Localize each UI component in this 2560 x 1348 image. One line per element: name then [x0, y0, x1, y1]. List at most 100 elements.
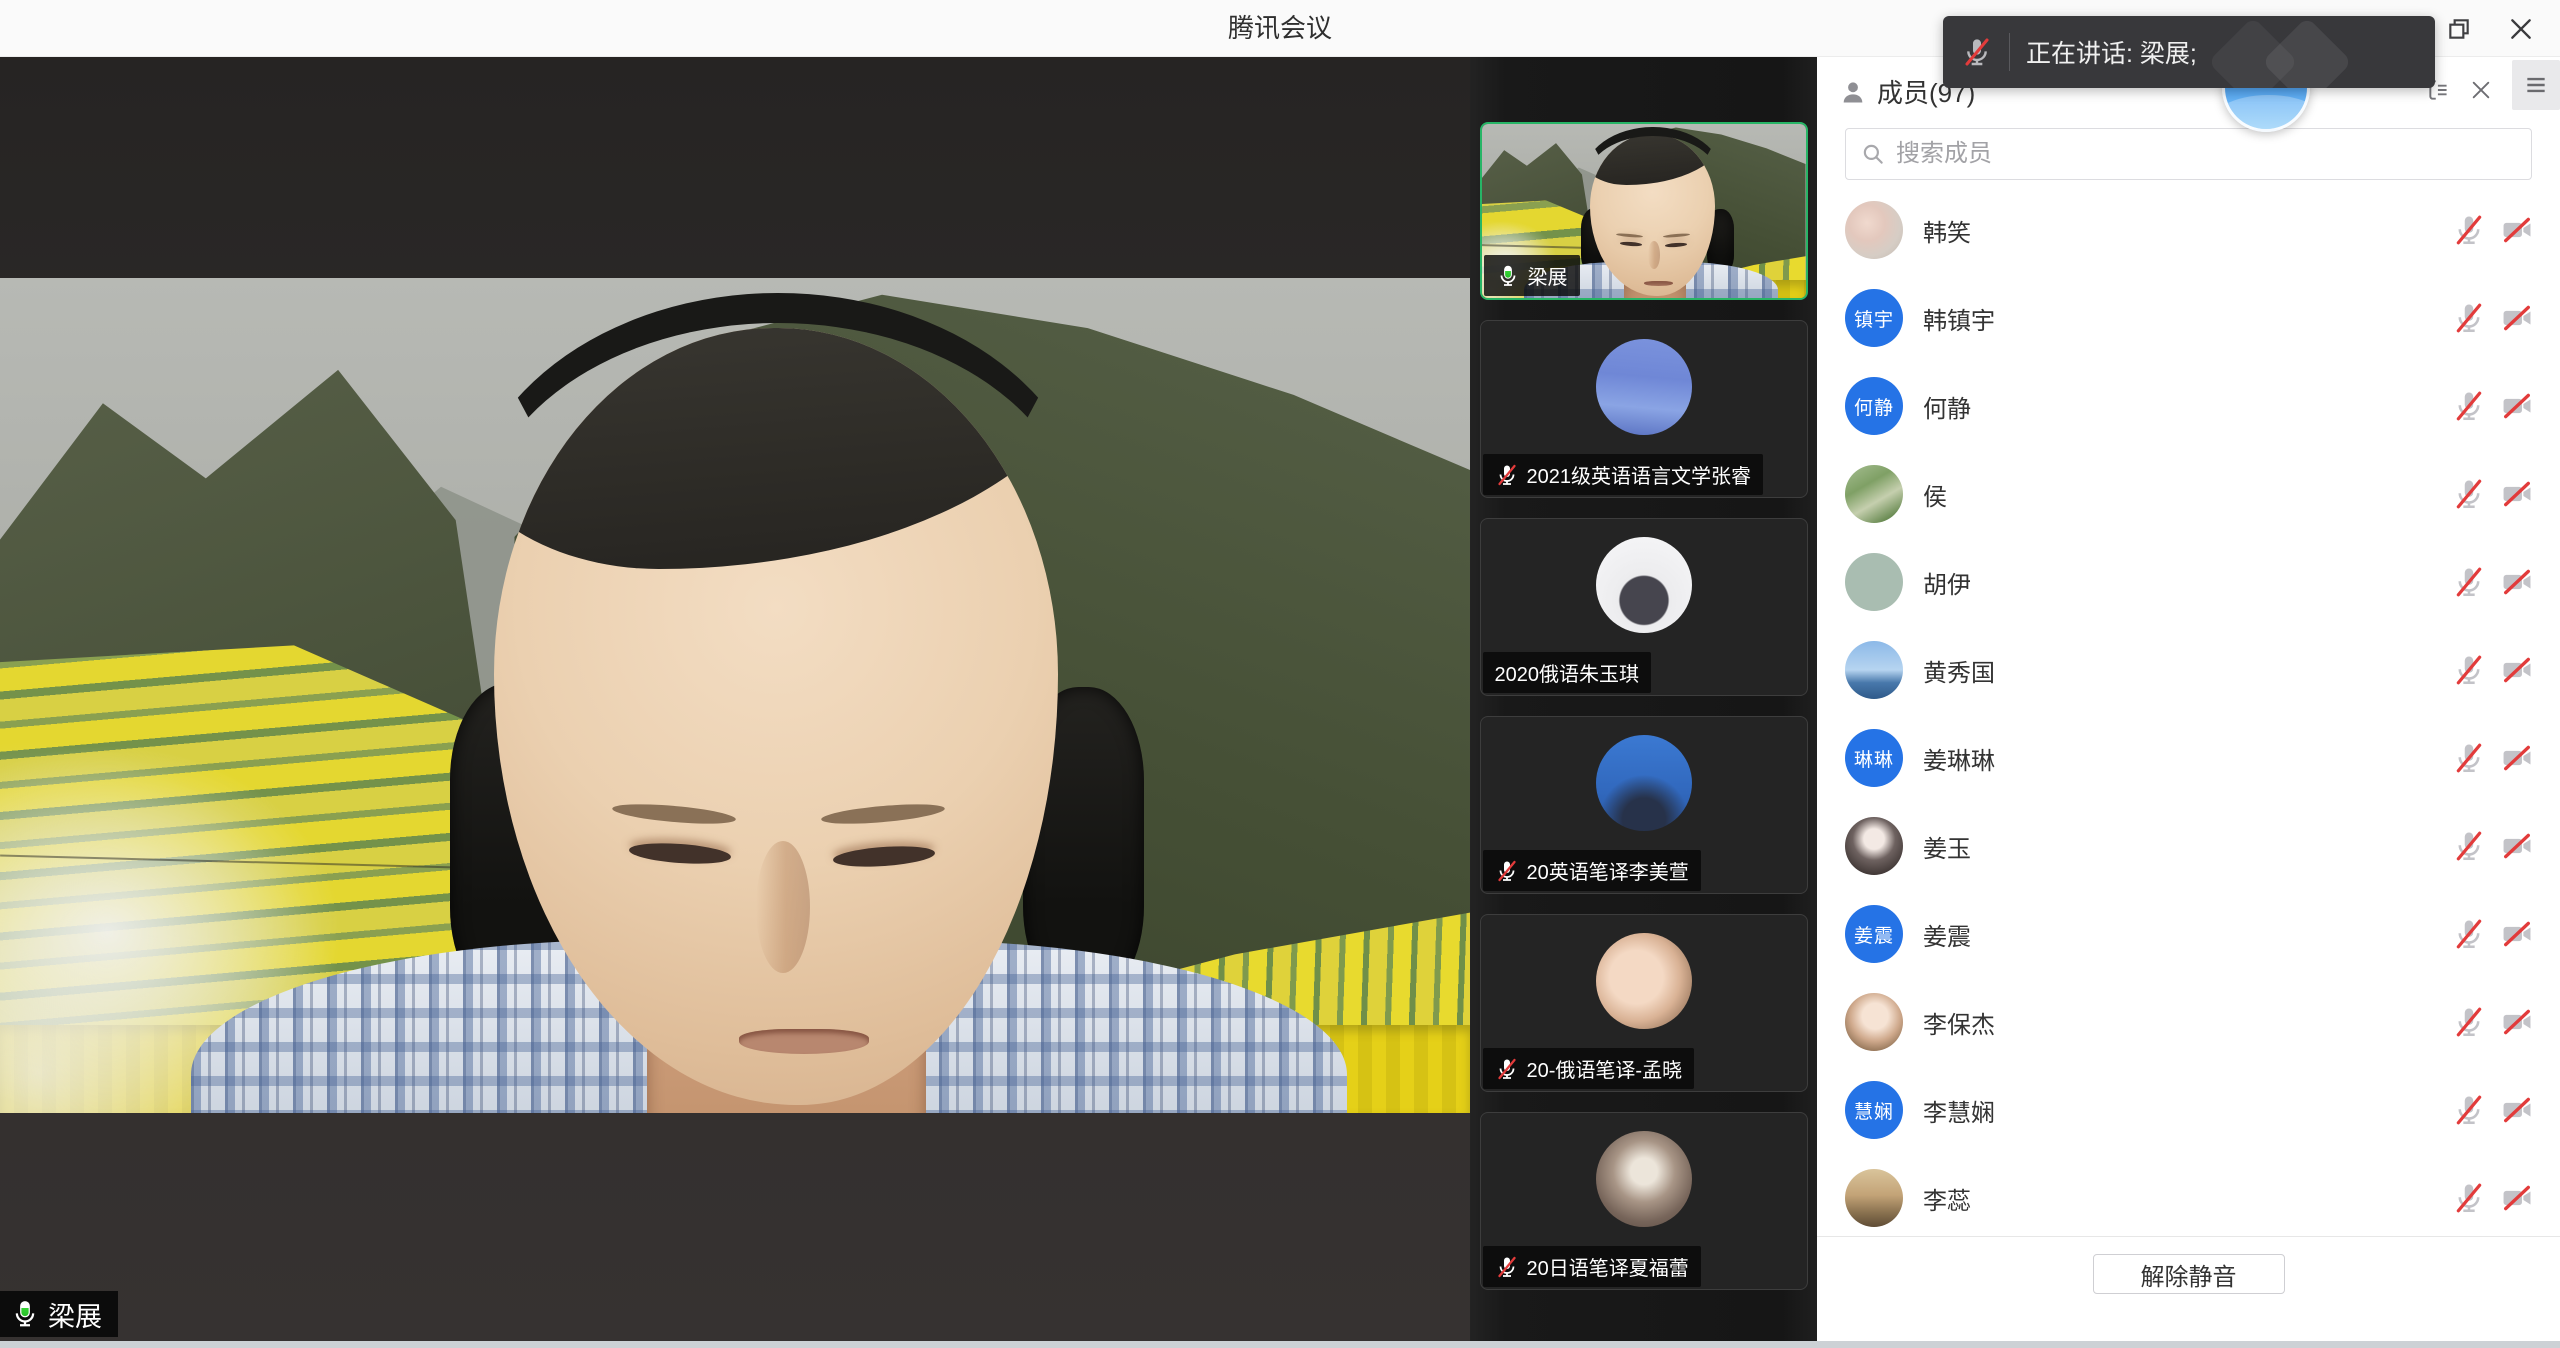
- avatar: 琳琳: [1845, 729, 1903, 787]
- member-name: 韩镇宇: [1923, 301, 2452, 336]
- mic-muted-icon[interactable]: [2452, 1005, 2486, 1039]
- camera-off-icon[interactable]: [2500, 301, 2534, 335]
- mic-muted-icon[interactable]: [2452, 301, 2486, 335]
- mic-on-icon: [1496, 264, 1520, 288]
- mouth: [1644, 281, 1673, 286]
- avatar: [1845, 817, 1903, 875]
- participant-tile[interactable]: 20日语笔译夏福蕾: [1480, 1112, 1808, 1290]
- member-name: 李慧娴: [1923, 1093, 2452, 1128]
- camera-off-icon[interactable]: [2500, 653, 2534, 687]
- member-name: 胡伊: [1923, 565, 2452, 600]
- camera-off-icon[interactable]: [2500, 917, 2534, 951]
- close-icon: [2508, 16, 2534, 42]
- mic-muted-icon[interactable]: [2452, 917, 2486, 951]
- mic-muted-icon[interactable]: [2452, 389, 2486, 423]
- close-window-button[interactable]: [2506, 14, 2536, 44]
- participant-name: 梁展: [1528, 261, 1568, 290]
- participant-avatar: [1596, 735, 1692, 831]
- mic-muted-icon[interactable]: [2452, 477, 2486, 511]
- camera-off-icon[interactable]: [2500, 565, 2534, 599]
- headphone-band: [1583, 127, 1722, 228]
- avatar: 镇宇: [1845, 289, 1903, 347]
- eyebrow-left: [612, 800, 737, 827]
- close-panel-icon: [2470, 79, 2492, 101]
- member-row[interactable]: 黄秀国: [1817, 626, 2560, 714]
- headphone-band: [462, 293, 1094, 777]
- main-video-stage[interactable]: 梁展: [0, 57, 1470, 1341]
- active-speaker-tag: 梁展: [0, 1291, 118, 1337]
- member-row[interactable]: 韩笑: [1817, 186, 2560, 274]
- participant-filmstrip[interactable]: 梁展 2021级英语语言文学张睿 2020俄语朱玉琪 20英语笔译李美萱 20-俄…: [1470, 57, 1817, 1341]
- member-row[interactable]: 胡伊: [1817, 538, 2560, 626]
- participant-tile-label: 20英语笔译李美萱: [1483, 850, 1701, 891]
- panel-menu-button[interactable]: [2512, 60, 2560, 110]
- participant-name: 2020俄语朱玉琪: [1495, 658, 1640, 687]
- mic-muted-icon[interactable]: [2452, 213, 2486, 247]
- members-panel: 成员(97) 韩笑: [1817, 57, 2560, 1341]
- close-panel-button[interactable]: [2464, 73, 2498, 107]
- member-row[interactable]: 镇宇 韩镇宇: [1817, 274, 2560, 362]
- search-input[interactable]: [1896, 140, 2517, 168]
- restore-window-button[interactable]: [2444, 14, 2474, 44]
- speaker-name: 梁展: [48, 1295, 102, 1334]
- avatar: [1845, 993, 1903, 1051]
- eyebrow-right: [821, 800, 946, 827]
- eye-left: [629, 841, 732, 867]
- mic-muted-icon: [1495, 1057, 1519, 1081]
- member-row[interactable]: 何静 何静: [1817, 362, 2560, 450]
- member-list[interactable]: 韩笑 镇宇 韩镇宇 何静 何静: [1817, 186, 2560, 1243]
- participant-name: 2021级英语语言文学张睿: [1527, 460, 1752, 489]
- participant-tile-label: 20-俄语笔译-孟晓: [1483, 1048, 1695, 1089]
- member-row[interactable]: 李保杰: [1817, 978, 2560, 1066]
- participant-name: 20英语笔译李美萱: [1527, 856, 1689, 885]
- mic-muted-icon: [1495, 859, 1519, 883]
- avatar: [1845, 465, 1903, 523]
- member-row[interactable]: 姜震 姜震: [1817, 890, 2560, 978]
- nose: [1648, 241, 1660, 269]
- camera-off-icon[interactable]: [2500, 1093, 2534, 1127]
- camera-off-icon[interactable]: [2500, 1181, 2534, 1215]
- participant-tile[interactable]: 梁展: [1480, 122, 1808, 300]
- camera-off-icon[interactable]: [2500, 1005, 2534, 1039]
- camera-off-icon[interactable]: [2500, 829, 2534, 863]
- participant-name: 20-俄语笔译-孟晓: [1527, 1054, 1683, 1083]
- member-row[interactable]: 李蕊: [1817, 1154, 2560, 1242]
- member-row[interactable]: 琳琳 姜琳琳: [1817, 714, 2560, 802]
- eye-left: [1620, 241, 1643, 246]
- mic-muted-icon[interactable]: [2452, 1093, 2486, 1127]
- unmute-button[interactable]: 解除静音: [2093, 1254, 2285, 1294]
- mic-muted-icon[interactable]: [2452, 741, 2486, 775]
- member-row[interactable]: 姜玉: [1817, 802, 2560, 890]
- mic-muted-icon[interactable]: [2452, 829, 2486, 863]
- mic-muted-icon[interactable]: [2452, 1181, 2486, 1215]
- members-panel-footer: 解除静音: [1817, 1236, 2560, 1341]
- camera-off-icon[interactable]: [2500, 477, 2534, 511]
- video-frame: [0, 278, 1470, 1113]
- camera-off-icon[interactable]: [2500, 213, 2534, 247]
- mic-on-icon: [10, 1299, 40, 1329]
- mic-muted-icon[interactable]: [2452, 653, 2486, 687]
- participant-tile[interactable]: 2020俄语朱玉琪: [1480, 518, 1808, 696]
- divider: [2009, 33, 2010, 71]
- member-row[interactable]: 慧娴 李慧娴: [1817, 1066, 2560, 1154]
- member-search-box[interactable]: [1845, 128, 2532, 180]
- participant-tile[interactable]: 2021级英语语言文学张睿: [1480, 320, 1808, 498]
- participant-avatar: [1596, 933, 1692, 1029]
- camera-off-icon[interactable]: [2500, 389, 2534, 423]
- participant-tile-label: 2021级英语语言文学张睿: [1483, 454, 1764, 495]
- avatar: [1845, 641, 1903, 699]
- mic-muted-icon: [1961, 36, 1993, 68]
- avatar: 何静: [1845, 377, 1903, 435]
- participant-tile-label: 梁展: [1484, 255, 1580, 296]
- participant-tile[interactable]: 20-俄语笔译-孟晓: [1480, 914, 1808, 1092]
- mic-muted-icon: [1495, 463, 1519, 487]
- participant-tile[interactable]: 20英语笔译李美萱: [1480, 716, 1808, 894]
- camera-off-icon[interactable]: [2500, 741, 2534, 775]
- mouth: [739, 1029, 869, 1054]
- member-name: 姜震: [1923, 917, 2452, 952]
- avatar: 姜震: [1845, 905, 1903, 963]
- member-name: 李蕊: [1923, 1181, 2452, 1216]
- eye-right: [1665, 242, 1688, 247]
- mic-muted-icon[interactable]: [2452, 565, 2486, 599]
- member-row[interactable]: 侯: [1817, 450, 2560, 538]
